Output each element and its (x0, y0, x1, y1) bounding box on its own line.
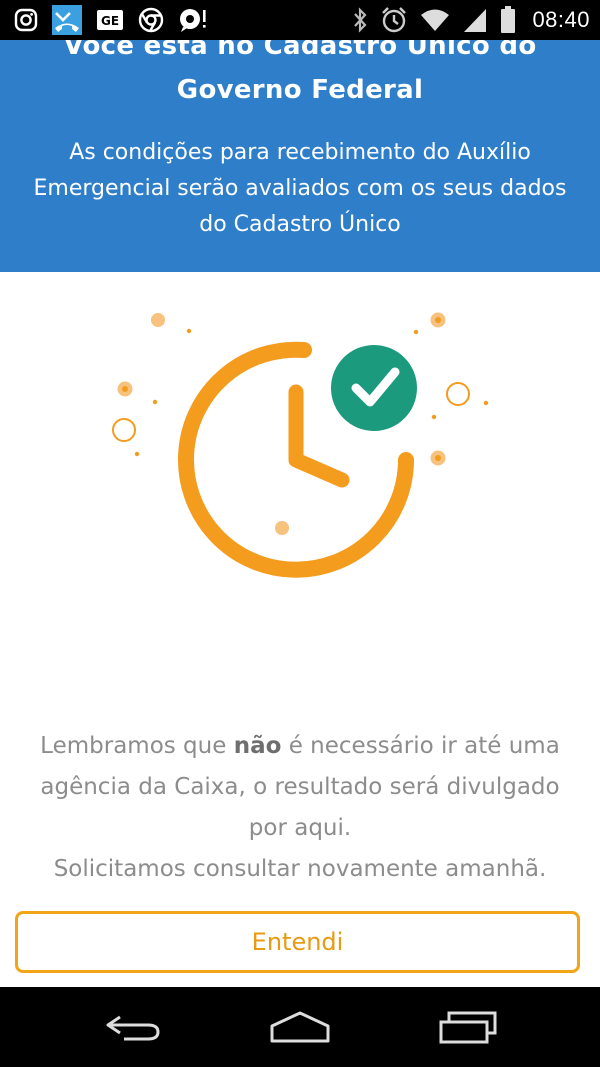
alarm-icon (380, 6, 408, 34)
signal-icon (462, 7, 488, 33)
bluetooth-icon (352, 7, 368, 33)
chat-alert-icon (178, 7, 208, 33)
instagram-icon (14, 8, 38, 32)
check-badge (331, 345, 417, 431)
understood-button[interactable]: Entendi (15, 911, 580, 973)
clock-check-illustration (100, 300, 500, 590)
header-subtitle: As condições para recebimento do Auxílio… (33, 140, 567, 237)
message-line-3: por aqui. (248, 815, 352, 841)
missed-call-icon (52, 5, 82, 35)
navigation-bar (0, 987, 600, 1067)
back-icon[interactable] (100, 1009, 164, 1045)
message-line-4: Solicitamos consultar novamente amanhã. (53, 856, 547, 882)
wifi-icon (420, 8, 450, 32)
chrome-icon (138, 7, 164, 33)
recent-apps-icon[interactable] (436, 1009, 500, 1045)
ge-app-icon: GE (96, 9, 124, 31)
title-line-1: Você está no Cadastro Único do (63, 40, 537, 61)
message-line-2: agência da Caixa, o resultado será divul… (40, 774, 560, 800)
status-bar: GE 08:40 (0, 0, 600, 40)
title-line-2: Governo Federal (176, 75, 424, 105)
info-message: Lembramos que não é necessário ir até um… (0, 726, 600, 890)
emphasis-nao: não (233, 733, 282, 759)
page-title: Você está no Cadastro Único do Governo F… (0, 40, 600, 112)
svg-text:GE: GE (101, 14, 119, 28)
clock-time: 08:40 (532, 7, 590, 32)
notification-icons: GE (14, 5, 208, 35)
battery-icon (500, 6, 516, 34)
home-icon[interactable] (268, 1009, 332, 1045)
system-icons: 08:40 (352, 4, 590, 36)
message-line-1: Lembramos que não é necessário ir até um… (40, 733, 560, 759)
clock-check-icon (112, 312, 489, 578)
header-banner: Você está no Cadastro Único do Governo F… (0, 40, 600, 272)
